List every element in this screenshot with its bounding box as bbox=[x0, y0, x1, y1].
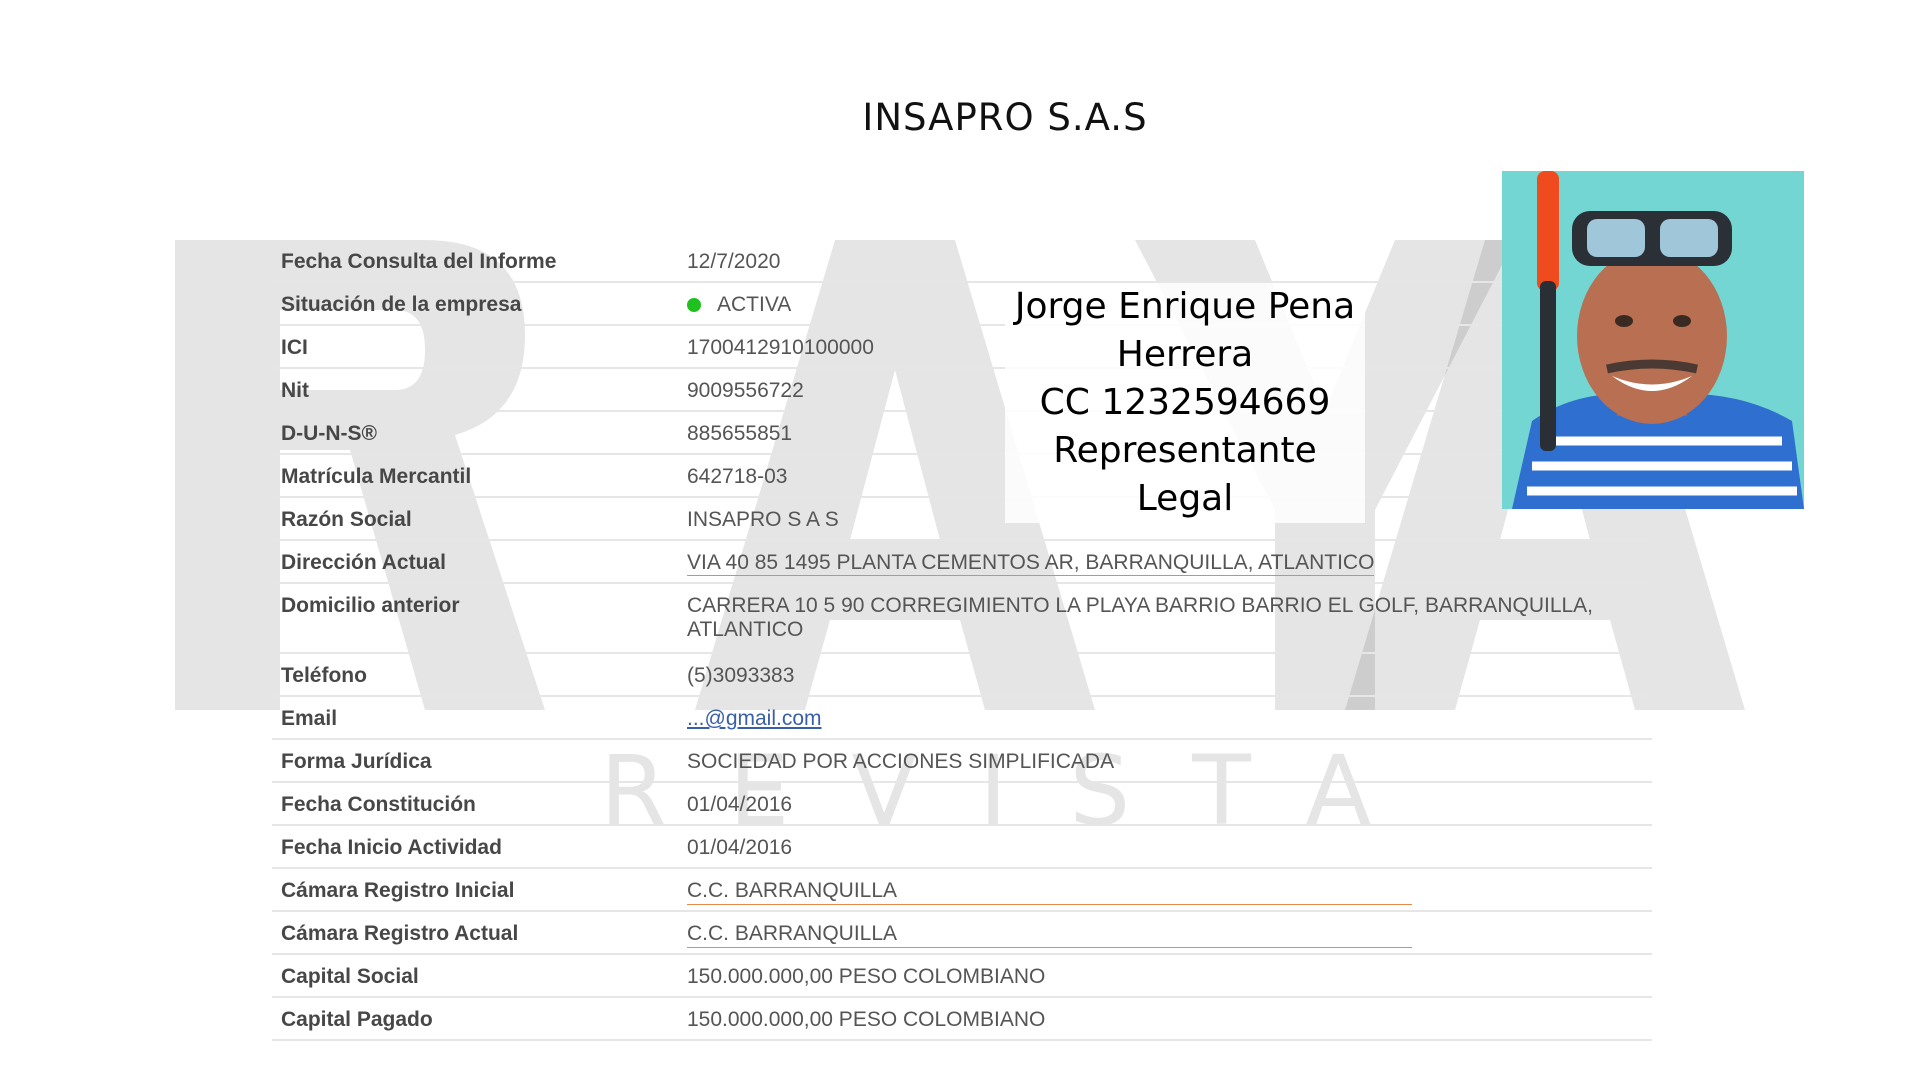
row-value: C.C. BARRANQUILLA bbox=[687, 922, 1652, 948]
row-value: 150.000.000,00 PESO COLOMBIANO bbox=[687, 1008, 1046, 1031]
row-label: Teléfono bbox=[281, 664, 367, 687]
row-label: ICI bbox=[281, 336, 308, 359]
row-label: Fecha Inicio Actividad bbox=[281, 836, 502, 859]
row-label: Fecha Consulta del Informe bbox=[281, 250, 557, 273]
company-info-table: Fecha Consulta del Informe 12/7/2020 Sit… bbox=[272, 240, 1652, 1041]
email-link[interactable]: ...@gmail.com bbox=[687, 707, 822, 730]
table-row: Matrícula Mercantil 642718-03 bbox=[272, 455, 1652, 498]
table-row: Nit 9009556722 bbox=[272, 369, 1652, 412]
row-label: Capital Social bbox=[281, 965, 419, 988]
row-value: 01/04/2016 bbox=[687, 836, 793, 859]
table-row: Email ...@gmail.com bbox=[272, 697, 1652, 740]
row-value: C.C. BARRANQUILLA bbox=[687, 879, 1652, 905]
chamber-current: C.C. BARRANQUILLA bbox=[687, 922, 1412, 948]
row-label: Situación de la empresa bbox=[281, 293, 522, 316]
rep-name-line2: Herrera bbox=[1116, 334, 1254, 375]
table-row: Razón Social INSAPRO S A S bbox=[272, 498, 1652, 541]
row-label: Dirección Actual bbox=[281, 551, 446, 574]
row-label: Razón Social bbox=[281, 508, 412, 531]
table-row: Fecha Consulta del Informe 12/7/2020 bbox=[272, 240, 1652, 283]
table-row: Dirección Actual VIA 40 85 1495 PLANTA C… bbox=[272, 541, 1652, 584]
table-row: D-U-N-S® 885655851 bbox=[272, 412, 1652, 455]
table-row: Forma Jurídica SOCIEDAD POR ACCIONES SIM… bbox=[272, 740, 1652, 783]
row-label: Nit bbox=[281, 379, 309, 402]
representative-photo bbox=[1502, 171, 1804, 509]
rep-role: Representante Legal bbox=[1053, 430, 1317, 519]
row-value: 150.000.000,00 PESO COLOMBIANO bbox=[687, 965, 1046, 988]
row-value: 01/04/2016 bbox=[687, 793, 793, 816]
row-value: SOCIEDAD POR ACCIONES SIMPLIFICADA bbox=[687, 750, 1115, 773]
person-photo-icon bbox=[1502, 171, 1804, 509]
status-active-icon bbox=[687, 298, 701, 312]
address-current: VIA 40 85 1495 PLANTA CEMENTOS AR, BARRA… bbox=[687, 551, 1375, 576]
row-label: Fecha Constitución bbox=[281, 793, 476, 816]
row-value: (5)3093383 bbox=[687, 664, 795, 687]
table-row: Cámara Registro Inicial C.C. BARRANQUILL… bbox=[272, 869, 1652, 912]
table-row: Situación de la empresa ACTIVA bbox=[272, 283, 1652, 326]
table-row: ICI 1700412910100000 bbox=[272, 326, 1652, 369]
rep-name-line1: Jorge Enrique Pena bbox=[1014, 286, 1356, 327]
chamber-initial: C.C. BARRANQUILLA bbox=[687, 879, 1412, 905]
table-row: Capital Pagado 150.000.000,00 PESO COLOM… bbox=[272, 998, 1652, 1041]
table-row: Cámara Registro Actual C.C. BARRANQUILLA bbox=[272, 912, 1652, 955]
row-label: D-U-N-S® bbox=[281, 422, 377, 445]
row-value: ...@gmail.com bbox=[687, 707, 1652, 731]
row-value: CARRERA 10 5 90 CORREGIMIENTO LA PLAYA B… bbox=[687, 594, 1594, 641]
row-label: Domicilio anterior bbox=[281, 594, 460, 617]
row-label: Capital Pagado bbox=[281, 1008, 433, 1031]
rep-id: CC 1232594669 bbox=[1039, 382, 1331, 423]
table-row: Domicilio anterior CARRERA 10 5 90 CORRE… bbox=[272, 584, 1652, 654]
row-label: Cámara Registro Actual bbox=[281, 922, 519, 945]
table-row: Fecha Inicio Actividad 01/04/2016 bbox=[272, 826, 1652, 869]
row-label: Forma Jurídica bbox=[281, 750, 432, 773]
page-title: INSAPRO S.A.S bbox=[862, 96, 1148, 139]
row-label: Cámara Registro Inicial bbox=[281, 879, 515, 902]
row-label: Matrícula Mercantil bbox=[281, 465, 472, 488]
status-text: ACTIVA bbox=[717, 293, 792, 316]
table-row: Teléfono (5)3093383 bbox=[272, 654, 1652, 697]
row-label: Email bbox=[281, 707, 338, 730]
row-value: VIA 40 85 1495 PLANTA CEMENTOS AR, BARRA… bbox=[687, 551, 1652, 576]
legal-representative: Jorge Enrique Pena Herrera CC 1232594669… bbox=[1005, 283, 1365, 523]
table-row: Fecha Constitución 01/04/2016 bbox=[272, 783, 1652, 826]
table-row: Capital Social 150.000.000,00 PESO COLOM… bbox=[272, 955, 1652, 998]
